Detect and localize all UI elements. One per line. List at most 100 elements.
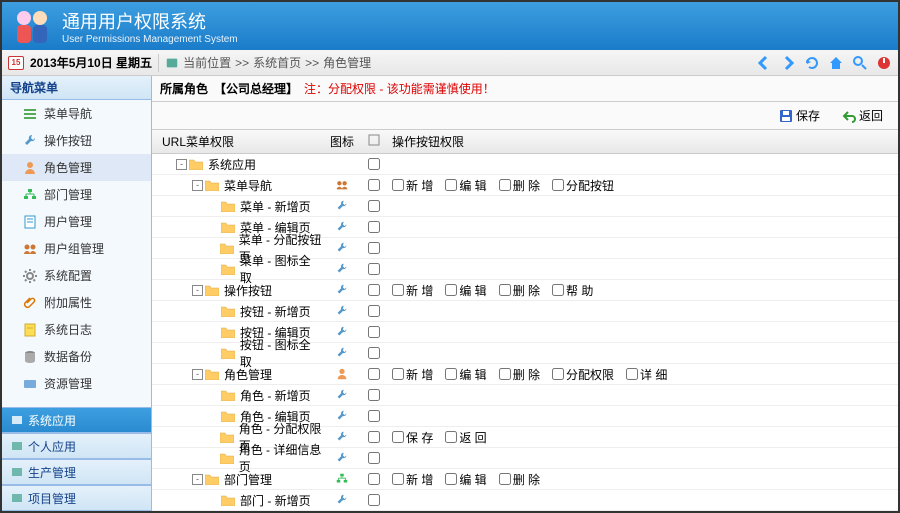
app-title: 通用用户权限系统 (62, 8, 238, 34)
perm-check[interactable] (392, 284, 404, 296)
row-check[interactable] (368, 305, 380, 317)
perm-check[interactable] (499, 179, 511, 191)
sidebar-item-2[interactable]: 角色管理 (2, 154, 151, 181)
row-icon (335, 472, 349, 486)
row-check[interactable] (368, 389, 380, 401)
row-icon (335, 199, 349, 213)
toolbar: 15 2013年5月10日 星期五 当前位置 >> 系统首页 >> 角色管理 (2, 50, 898, 76)
row-check[interactable] (368, 179, 380, 191)
row-check[interactable] (368, 326, 380, 338)
perm-check[interactable] (552, 179, 564, 191)
perm-check[interactable] (445, 179, 457, 191)
row-check[interactable] (368, 431, 380, 443)
sidebar-item-label: 系统日志 (44, 321, 92, 338)
sidebar-list: 菜单导航操作按钮角色管理部门管理用户管理用户组管理系统配置附加属性系统日志数据备… (2, 100, 151, 407)
col-perms: 操作按钮权限 (386, 133, 898, 150)
expand-icon[interactable]: - (176, 159, 187, 170)
row-check[interactable] (368, 200, 380, 212)
perm-check[interactable] (499, 284, 511, 296)
table-row[interactable]: -系统应用 (152, 154, 898, 175)
sidebar-category-1[interactable]: 个人应用 (2, 433, 151, 459)
sidebar-item-9[interactable]: 数据备份 (2, 343, 151, 370)
row-label: 部门管理 (224, 471, 272, 488)
perm-check[interactable] (552, 368, 564, 380)
perm-check[interactable] (445, 368, 457, 380)
action-bar: 保存 返回 (152, 102, 898, 130)
table-row[interactable]: -菜单导航新 增编 辑删 除分配按钮 (152, 175, 898, 196)
table-row[interactable]: -角色管理新 增编 辑删 除分配权限详 细 (152, 364, 898, 385)
table-row[interactable]: 菜单 - 新增页 (152, 196, 898, 217)
sidebar-item-label: 操作按钮 (44, 132, 92, 149)
perm-check[interactable] (445, 473, 457, 485)
expand-icon[interactable]: - (192, 180, 203, 191)
perm-check[interactable] (552, 284, 564, 296)
sidebar-item-1[interactable]: 操作按钮 (2, 127, 151, 154)
grid-header: URL菜单权限 图标 操作按钮权限 (152, 130, 898, 154)
row-check[interactable] (368, 242, 380, 254)
refresh-icon[interactable] (804, 55, 820, 71)
row-check[interactable] (368, 284, 380, 296)
perm-check[interactable] (626, 368, 638, 380)
table-row[interactable]: 按钮 - 图标全取 (152, 343, 898, 364)
perm-check[interactable] (392, 368, 404, 380)
forward-icon[interactable] (780, 55, 796, 71)
expand-icon[interactable]: - (192, 369, 203, 380)
row-check[interactable] (368, 263, 380, 275)
search-icon[interactable] (852, 55, 868, 71)
sidebar-item-4[interactable]: 用户管理 (2, 208, 151, 235)
row-check[interactable] (368, 452, 380, 464)
perm-check[interactable] (392, 473, 404, 485)
sidebar-item-6[interactable]: 系统配置 (2, 262, 151, 289)
perm-item: 删 除 (499, 471, 540, 488)
crumb-home[interactable]: 系统首页 (253, 54, 301, 71)
sidebar-item-7[interactable]: 附加属性 (2, 289, 151, 316)
perm-check[interactable] (392, 431, 404, 443)
row-icon (335, 220, 349, 234)
sidebar-item-label: 用户管理 (44, 213, 92, 230)
table-row[interactable]: 角色 - 详细信息页 (152, 448, 898, 469)
row-check[interactable] (368, 221, 380, 233)
table-row[interactable]: 部门 - 新增页 (152, 490, 898, 511)
sidebar-item-0[interactable]: 菜单导航 (2, 100, 151, 127)
app-header: 通用用户权限系统 User Permissions Management Sys… (2, 2, 898, 50)
sidebar-item-label: 资源管理 (44, 375, 92, 392)
perm-check[interactable] (445, 431, 457, 443)
perm-item: 帮 助 (552, 282, 593, 299)
row-check[interactable] (368, 158, 380, 170)
power-icon[interactable] (876, 55, 892, 71)
perm-check[interactable] (499, 368, 511, 380)
row-check[interactable] (368, 473, 380, 485)
row-label: 菜单导航 (224, 177, 272, 194)
sidebar: 导航菜单 菜单导航操作按钮角色管理部门管理用户管理用户组管理系统配置附加属性系统… (2, 76, 152, 511)
table-row[interactable]: 按钮 - 新增页 (152, 301, 898, 322)
expand-icon[interactable]: - (192, 474, 203, 485)
sidebar-category-0[interactable]: 系统应用 (2, 407, 151, 433)
table-row[interactable]: -部门管理新 增编 辑删 除 (152, 469, 898, 490)
perm-check[interactable] (499, 473, 511, 485)
sidebar-category-3[interactable]: 项目管理 (2, 485, 151, 511)
row-check[interactable] (368, 410, 380, 422)
row-check[interactable] (368, 368, 380, 380)
back-icon[interactable] (756, 55, 772, 71)
sidebar-item-8[interactable]: 系统日志 (2, 316, 151, 343)
row-label: 操作按钮 (224, 282, 272, 299)
row-check[interactable] (368, 347, 380, 359)
grid-body[interactable]: -系统应用-菜单导航新 增编 辑删 除分配按钮菜单 - 新增页菜单 - 编辑页菜… (152, 154, 898, 511)
table-row[interactable]: -操作按钮新 增编 辑删 除帮 助 (152, 280, 898, 301)
table-row[interactable]: 菜单 - 图标全取 (152, 259, 898, 280)
row-check[interactable] (368, 494, 380, 506)
perm-check[interactable] (445, 284, 457, 296)
table-row[interactable]: 角色 - 新增页 (152, 385, 898, 406)
home-icon[interactable] (828, 55, 844, 71)
perm-check[interactable] (392, 179, 404, 191)
row-label: 角色管理 (224, 366, 272, 383)
row-icon (335, 409, 349, 423)
sidebar-item-5[interactable]: 用户组管理 (2, 235, 151, 262)
back-button[interactable]: 返回 (835, 104, 890, 127)
sidebar-item-3[interactable]: 部门管理 (2, 181, 151, 208)
sidebar-category-2[interactable]: 生产管理 (2, 459, 151, 485)
perm-item: 保 存 (392, 429, 433, 446)
expand-icon[interactable]: - (192, 285, 203, 296)
sidebar-item-10[interactable]: 资源管理 (2, 370, 151, 397)
save-button[interactable]: 保存 (772, 104, 827, 127)
